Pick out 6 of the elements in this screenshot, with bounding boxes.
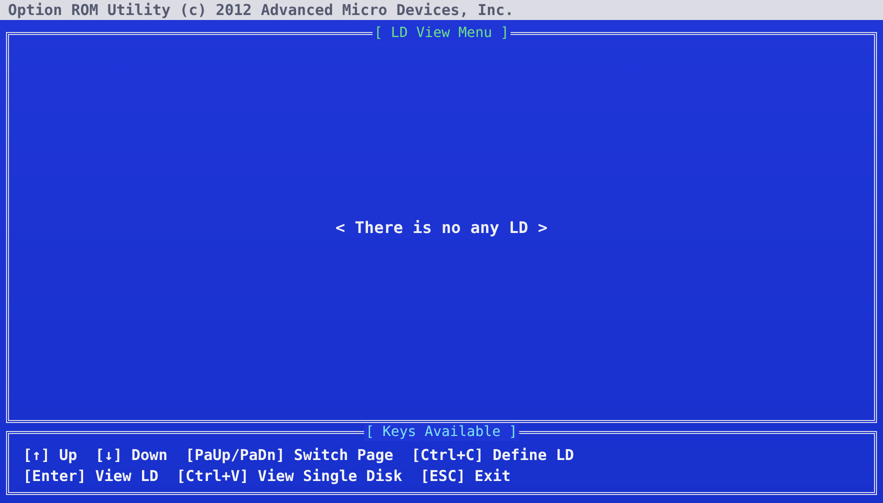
panel-title: [ Keys Available ] xyxy=(364,423,520,441)
utility-title: Option ROM Utility (c) 2012 Advanced Micro Devices, Inc. xyxy=(0,0,883,20)
empty-message: < There is no any LD > xyxy=(336,218,548,237)
key-hints-line: [↑] Up [↓] Down [PaUp/PaDn] Switch Page [Ctrl+C] Define LD xyxy=(23,446,575,465)
panel-title: [ LD View Menu ] xyxy=(372,24,511,42)
key-hints-line: [Enter] View LD [Ctrl+V] View Single Disk [ESC] Exit xyxy=(23,467,512,486)
